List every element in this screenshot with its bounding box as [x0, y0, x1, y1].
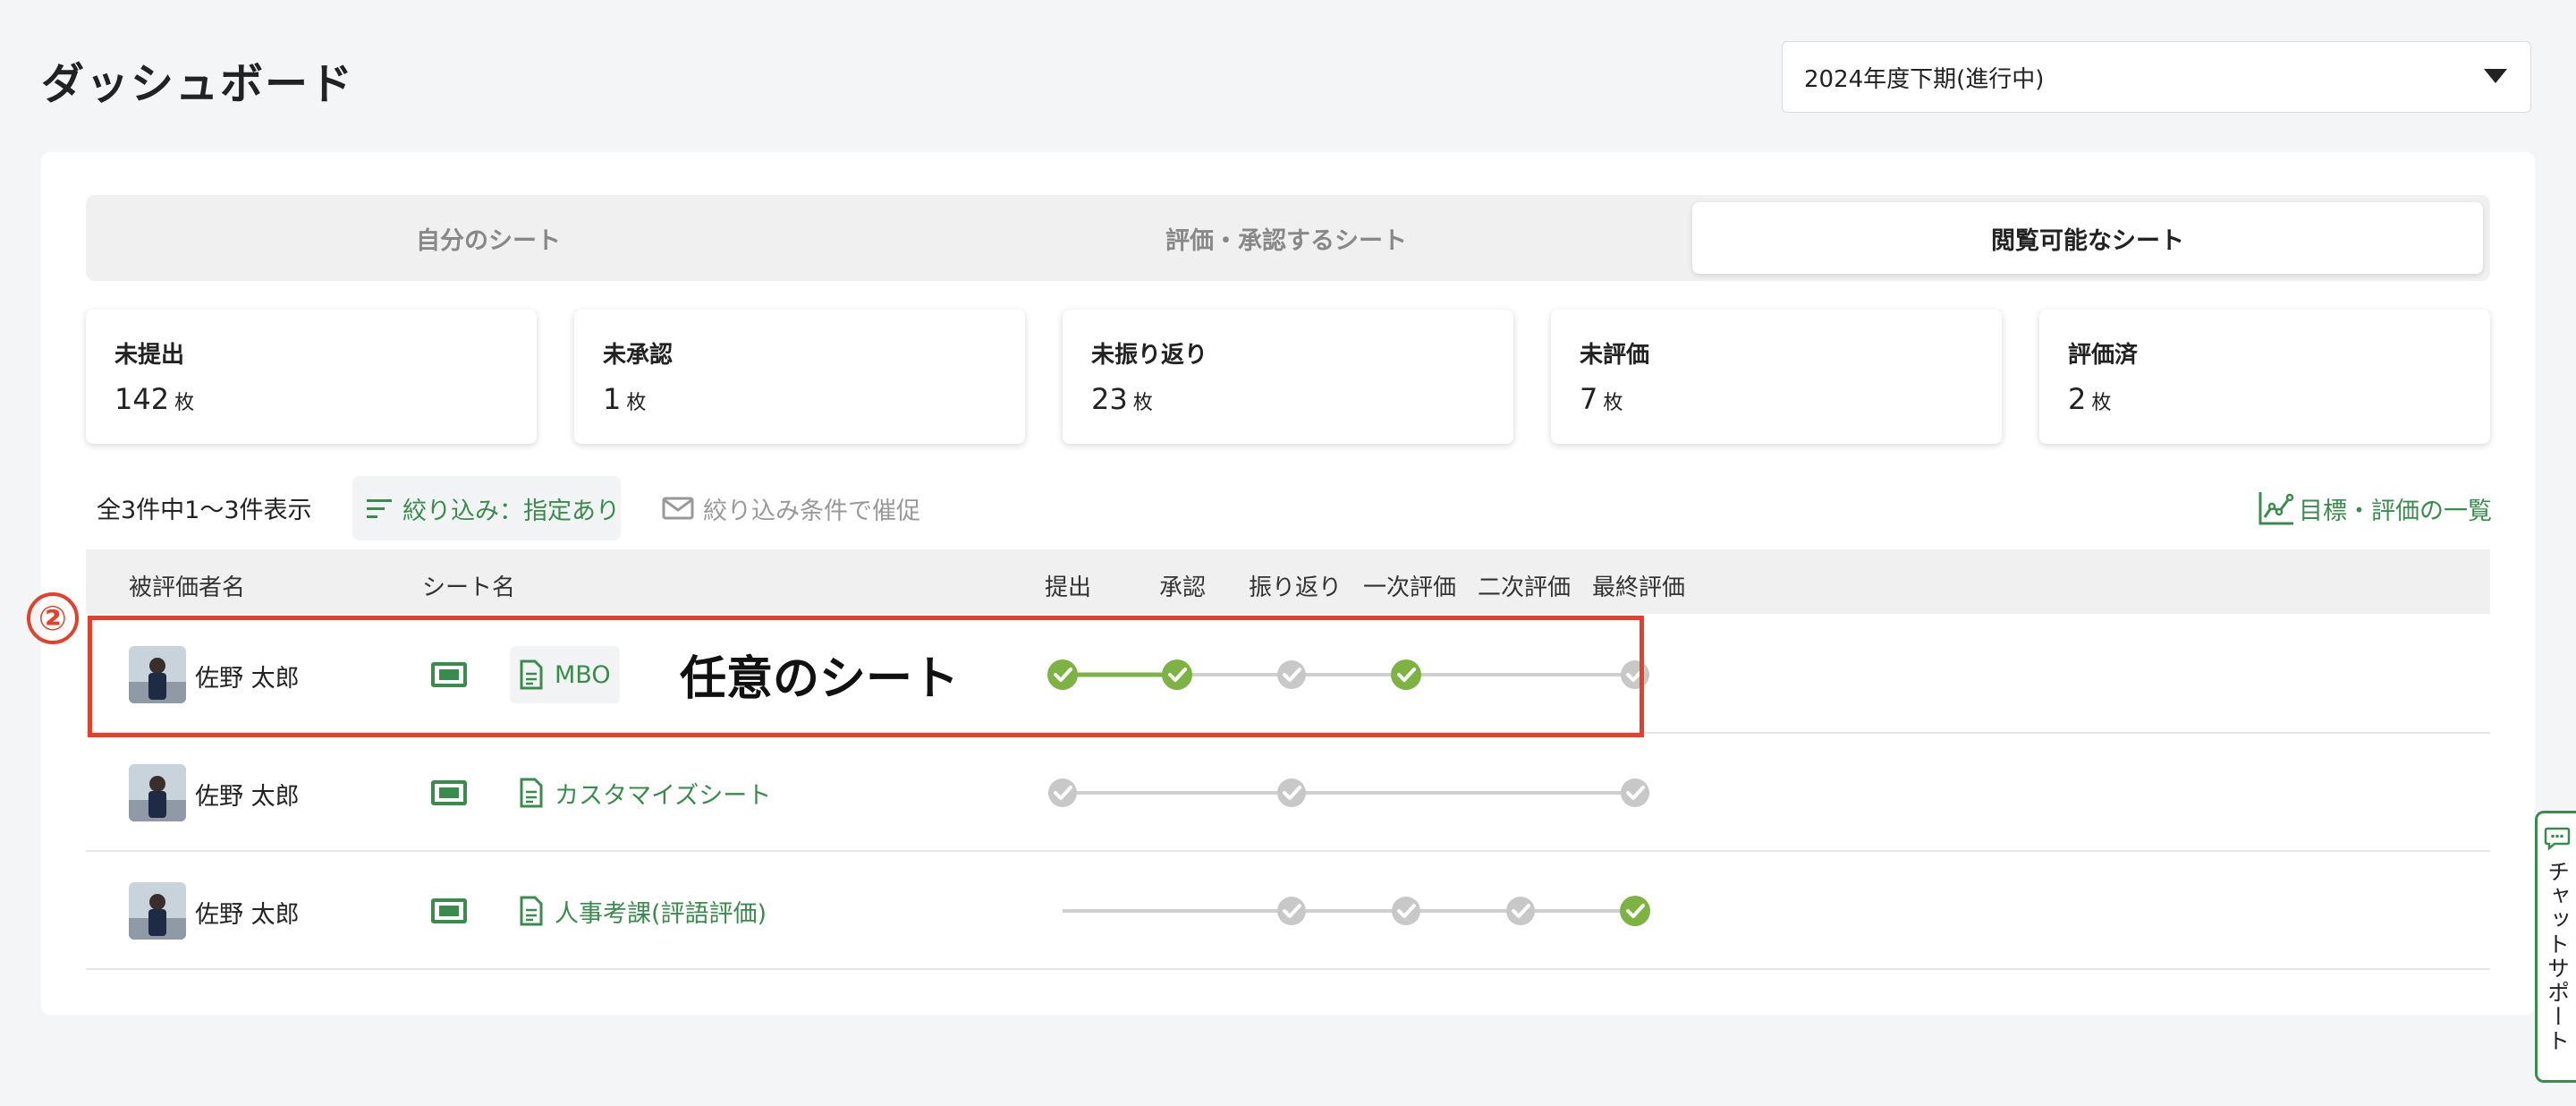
page-title: ダッシュボード [41, 59, 355, 109]
chat-bubble-icon [2544, 827, 2570, 851]
stat-unit: 枚 [2091, 392, 2112, 414]
column-header-reflection: 振り返り [1249, 574, 1343, 601]
goal-list-link[interactable]: 目標・評価の一覧 [2258, 476, 2492, 540]
dashboard-panel: 自分のシート 評価・承認するシート 閲覧可能なシート 未提出 142 枚 未承認 … [41, 152, 2535, 1015]
step-pending-check-icon [1277, 660, 1306, 689]
table-row[interactable]: 佐野 太郎 人事考課(評語評価) [86, 852, 2490, 970]
stat-card-unreflected[interactable]: 未振り返り 23 枚 [1063, 310, 1513, 444]
step-pending-check-icon [1048, 778, 1077, 807]
progress-track [1047, 659, 1649, 690]
chat-support-button[interactable]: チャットサポート [2535, 811, 2576, 1083]
annotation-label: 任意のシート [680, 652, 960, 706]
tab-my-sheets[interactable]: 自分のシート [93, 202, 884, 274]
stat-card-unapproved[interactable]: 未承認 1枚 [574, 310, 1025, 444]
stat-value: 2 [2068, 382, 2087, 416]
stat-unit: 枚 [174, 392, 195, 414]
table-row[interactable]: 佐野 太郎 MBO [86, 616, 2490, 734]
remind-button-label: 絞り込み条件で催促 [703, 497, 920, 525]
filter-button-label: 絞り込み：指定あり [402, 497, 620, 525]
table-header: 被評価者名 シート名 提出 承認 振り返り 一次評価 二次評価 最終評価 [86, 549, 2490, 614]
step-done-check-icon [1620, 896, 1650, 926]
sheet-tabs: 自分のシート 評価・承認するシート 閲覧可能なシート [86, 195, 2490, 281]
step-done-check-icon [1391, 659, 1421, 690]
step-pending-check-icon [1392, 897, 1420, 925]
mail-icon [662, 497, 694, 520]
tab-viewable-sheets[interactable]: 閲覧可能なシート [1692, 202, 2483, 274]
step-pending-check-icon [1621, 660, 1649, 689]
stat-card-evaluated[interactable]: 評価済 2枚 [2039, 310, 2490, 444]
stat-value: 7 [1580, 382, 1598, 416]
step-pending-check-icon [1277, 778, 1306, 807]
stat-card-unevaluated[interactable]: 未評価 7枚 [1551, 310, 2002, 444]
stat-value: 1 [603, 382, 622, 416]
stat-unit: 枚 [1132, 392, 1153, 414]
progress-track [1063, 896, 1650, 926]
stat-unit: 枚 [1603, 392, 1623, 414]
step-done-check-icon [1047, 659, 1078, 690]
line-chart-icon [2258, 492, 2294, 525]
column-header-first-eval: 一次評価 [1363, 574, 1457, 601]
filter-button[interactable]: 絞り込み：指定あり [352, 476, 621, 540]
stat-value: 23 [1091, 382, 1128, 416]
stat-label: 未承認 [603, 342, 674, 369]
tab-review-sheets[interactable]: 評価・承認するシート [891, 202, 1682, 274]
step-pending-check-icon [1621, 778, 1649, 807]
table-row[interactable]: 佐野 太郎 カスタマイズシート [86, 734, 2490, 852]
chat-support-label: チャットサポート [2544, 860, 2571, 1053]
stat-label: 評価済 [2068, 342, 2139, 369]
period-select[interactable]: 2024年度下期(進行中) [1782, 41, 2531, 113]
step-pending-check-icon [1277, 897, 1306, 925]
remind-button[interactable]: 絞り込み条件で催促 [662, 476, 920, 540]
column-header-name: 被評価者名 [129, 574, 246, 601]
step-pending-check-icon [1506, 897, 1535, 925]
stat-label: 未振り返り [1091, 342, 1208, 369]
step-done-check-icon [1162, 659, 1192, 690]
stat-label: 未提出 [114, 342, 185, 369]
column-header-sheet: シート名 [422, 574, 516, 601]
column-header-submit: 提出 [1045, 574, 1092, 601]
period-select-value: 2024年度下期(進行中) [1804, 65, 2045, 93]
stat-card-unsubmitted[interactable]: 未提出 142 枚 [86, 310, 537, 444]
caret-down-icon [2484, 69, 2507, 83]
column-header-second-eval: 二次評価 [1478, 574, 1572, 601]
stat-label: 未評価 [1580, 342, 1650, 369]
filter-icon [367, 499, 392, 518]
stat-unit: 枚 [626, 392, 647, 414]
goal-list-link-label: 目標・評価の一覧 [2299, 497, 2492, 525]
column-header-final-eval: 最終評価 [1592, 574, 1686, 601]
result-count: 全3件中1〜3件表示 [97, 497, 312, 524]
step-marker: ② [27, 592, 79, 644]
stat-value: 142 [114, 382, 170, 416]
column-header-approve: 承認 [1159, 574, 1207, 601]
progress-track [1048, 778, 1649, 807]
